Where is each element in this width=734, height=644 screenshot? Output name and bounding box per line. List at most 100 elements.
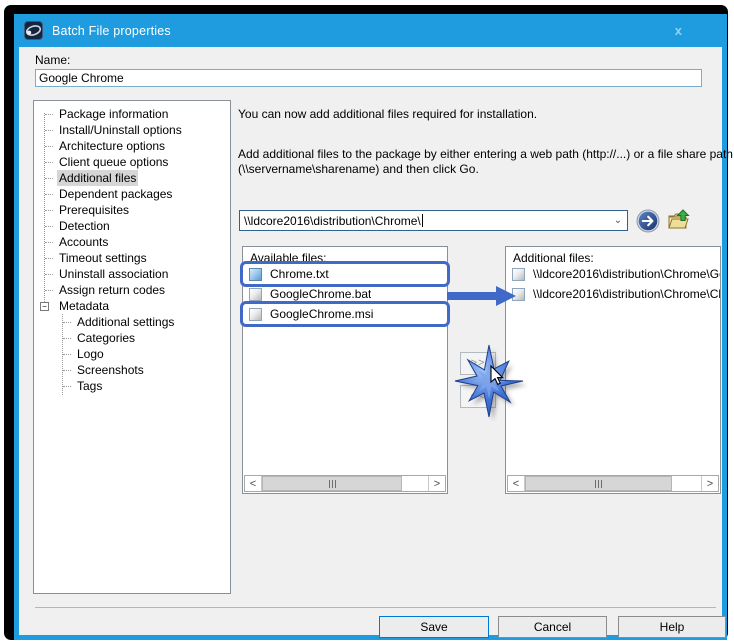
tree-item-label: Client queue options [57,154,170,170]
tree-item-install-uninstall-options[interactable]: Install/Uninstall options [34,122,230,138]
tree-connector-line [45,226,53,227]
tree-connector-line [45,274,53,275]
tree-item-accounts[interactable]: Accounts [34,234,230,250]
tree-connector-line [63,322,71,323]
tree-connector-line [45,194,53,195]
tree-item-label: Screenshots [75,362,146,378]
scroll-thumb[interactable] [262,476,402,491]
tree-item-architecture-options[interactable]: Architecture options [34,138,230,154]
tree-item-label: Architecture options [57,138,167,154]
available-file-row[interactable]: Chrome.txt [243,264,447,284]
tree-item-logo[interactable]: Logo [34,346,230,362]
file-label: GoogleChrome.bat [270,287,371,301]
footer-separator [35,607,716,608]
tree-connector-line [45,114,53,115]
tree-item-label: Accounts [57,234,110,250]
tree-expander-minus-icon[interactable]: − [40,302,49,311]
move-left-button[interactable]: << [460,385,496,408]
file-label: Chrome.txt [270,267,329,281]
additional-files-label: Additional files: [506,247,720,264]
file-checkbox-icon[interactable] [512,288,525,301]
available-files-list: Chrome.txt GoogleChrome.bat GoogleChrome.m… [243,264,447,324]
window-title: Batch File properties [52,24,171,38]
move-right-button[interactable]: >> [460,352,496,375]
tree-item-metadata[interactable]: −Metadata [34,298,230,314]
scroll-right-button[interactable]: > [701,476,718,491]
path-value: \\ldcore2016\distribution\Chrome\ [240,214,421,228]
tree-item-dependent-packages[interactable]: Dependent packages [34,186,230,202]
tree-connector-line [63,354,71,355]
instructions-line1: Add additional files to the package by e… [238,147,733,162]
tree-connector-line [45,130,53,131]
cancel-button[interactable]: Cancel [498,616,607,638]
name-label: Name: [35,53,70,67]
title-bar[interactable]: Batch File properties [14,14,727,47]
close-icon[interactable]: x [675,23,682,38]
tree-item-package-information[interactable]: Package information [34,106,230,122]
tree-item-prerequisites[interactable]: Prerequisites [34,202,230,218]
tree-item-label: Dependent packages [57,186,174,202]
additional-file-row[interactable]: \\ldcore2016\distribution\Chrome\GoogleC… [506,264,720,284]
text-caret [422,214,423,227]
name-input-value: Google Chrome [39,71,124,85]
available-file-row[interactable]: GoogleChrome.msi [243,304,447,324]
instructions-line2: (\\servername\sharename) and then click … [238,162,733,177]
tree-connector-line [45,178,53,179]
additional-file-row[interactable]: \\ldcore2016\distribution\Chrome\Chrome.… [506,284,720,304]
tree-item-label: Tags [75,378,104,394]
tree-item-label: Install/Uninstall options [57,122,184,138]
chevron-left-icon: < [250,478,256,490]
tree-item-label: Uninstall association [57,266,170,282]
tree-connector-line [63,370,71,371]
available-file-row[interactable]: GoogleChrome.bat [243,284,447,304]
go-button[interactable] [636,209,660,233]
available-hscrollbar[interactable]: < > [244,475,446,492]
tree-connector-line [63,386,71,387]
available-files-label: Available files: [243,247,447,264]
combo-dropdown-button[interactable]: ⌄ [609,211,627,230]
tree-connector-line [45,146,53,147]
available-files-panel: Available files: Chrome.txt GoogleChrome.… [242,246,448,494]
batch-file-properties-window: Batch File properties x Name: Google Chr… [14,14,727,640]
chevron-down-icon: ⌄ [614,215,622,226]
folder-up-icon [669,210,689,228]
file-checkbox-icon[interactable] [249,308,262,321]
additional-files-list: \\ldcore2016\distribution\Chrome\GoogleC… [506,264,720,304]
tree-item-categories[interactable]: Categories [34,330,230,346]
tree-connector-line [45,242,53,243]
tree-item-tags[interactable]: Tags [34,378,230,394]
help-button[interactable]: Help [618,616,726,638]
browse-button[interactable] [667,209,691,233]
scroll-left-button[interactable]: < [245,476,262,491]
tree-item-detection[interactable]: Detection [34,218,230,234]
tree-item-uninstall-association[interactable]: Uninstall association [34,266,230,282]
chevron-right-icon: > [434,478,440,490]
sidebar-tree-panel: Package informationInstall/Uninstall opt… [33,100,231,594]
tree-item-label: Package information [57,106,170,122]
name-input[interactable]: Google Chrome [35,69,702,87]
save-button[interactable]: Save [379,616,489,638]
tree-item-additional-settings[interactable]: Additional settings [34,314,230,330]
file-checkbox-icon[interactable] [249,288,262,301]
tree-item-timeout-settings[interactable]: Timeout settings [34,250,230,266]
tree-item-additional-files[interactable]: Additional files [34,170,230,186]
file-checkbox-icon[interactable] [249,268,262,281]
intro-text: You can now add additional files require… [238,107,718,122]
tree-item-assign-return-codes[interactable]: Assign return codes [34,282,230,298]
tree-item-client-queue-options[interactable]: Client queue options [34,154,230,170]
tree-item-screenshots[interactable]: Screenshots [34,362,230,378]
scroll-right-button[interactable]: > [428,476,445,491]
tree-connector-line [45,162,53,163]
tree-connector-line [45,210,53,211]
tree-connector-line [45,290,53,291]
path-combobox[interactable]: \\ldcore2016\distribution\Chrome\ ⌄ [239,210,628,231]
tree-item-label: Additional files [57,170,138,186]
scroll-thumb[interactable] [525,476,672,491]
file-checkbox-icon[interactable] [512,268,525,281]
additional-hscrollbar[interactable]: < > [507,475,719,492]
screenshot-stage: Batch File properties x Name: Google Chr… [0,0,734,644]
scroll-left-button[interactable]: < [508,476,525,491]
file-label: \\ldcore2016\distribution\Chrome\Chrome.… [533,287,720,301]
tree-item-label: Assign return codes [57,282,167,298]
chevron-right-icon: > [707,478,713,490]
